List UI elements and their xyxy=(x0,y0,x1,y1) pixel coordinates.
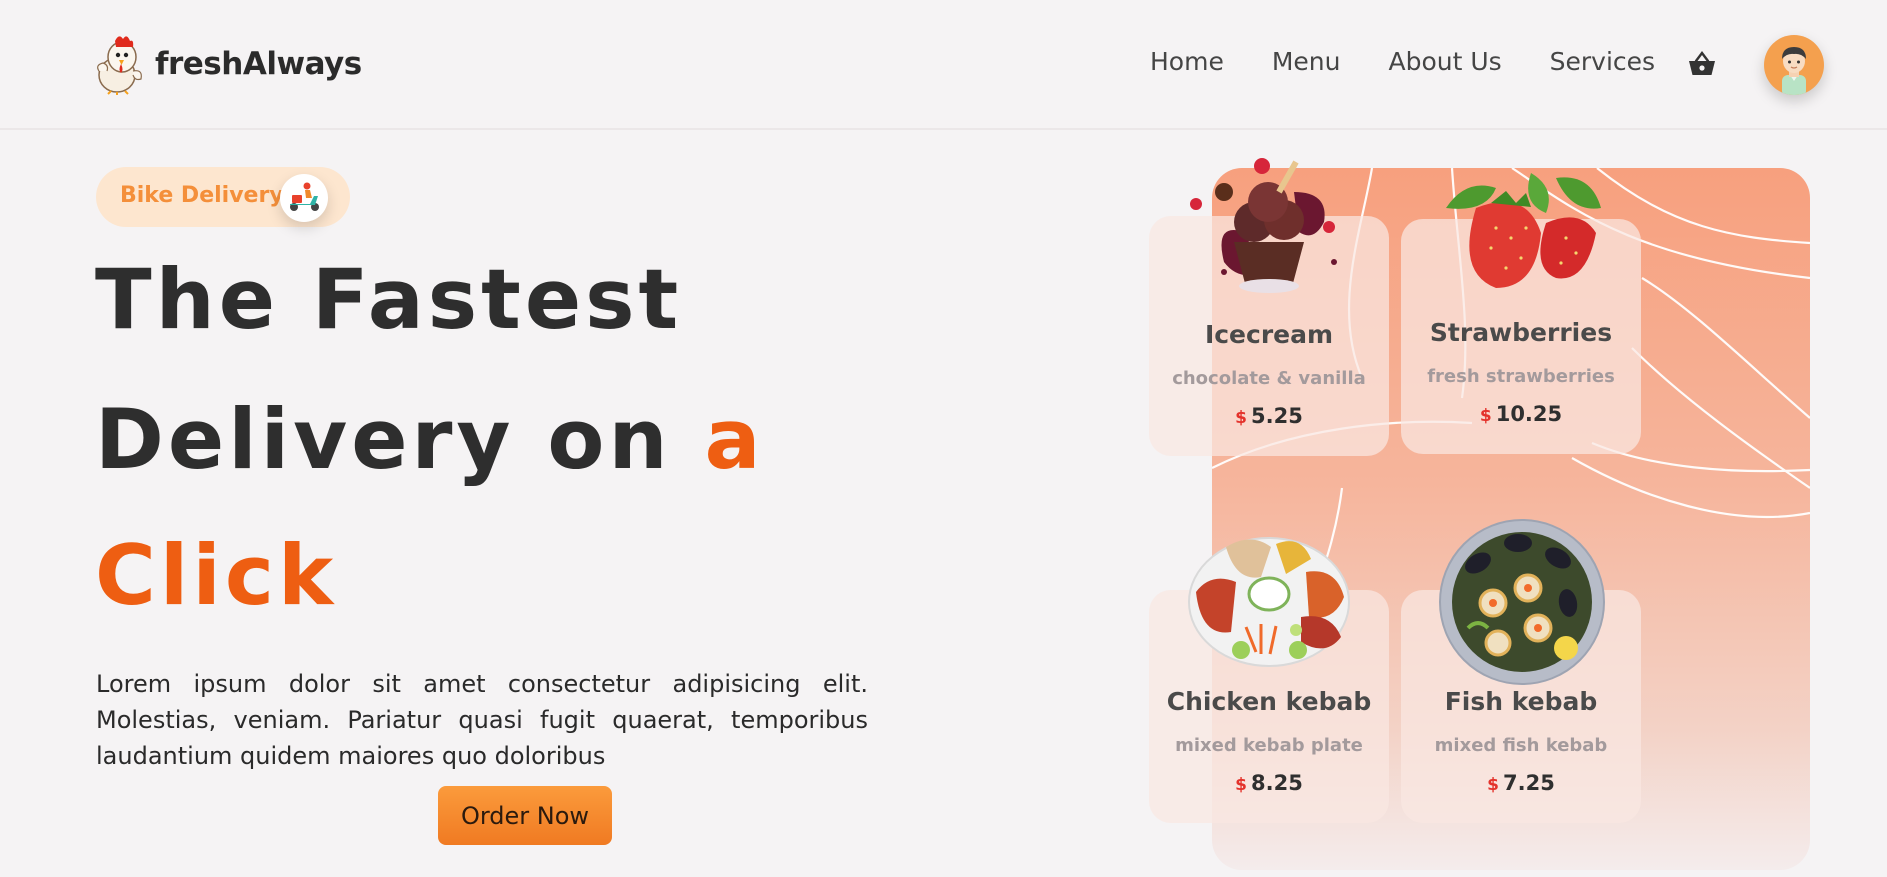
card-title: Icecream xyxy=(1204,320,1334,349)
card-title: Fish kebab xyxy=(1444,687,1598,716)
scooter-rider-icon xyxy=(290,182,319,211)
card-price: $5.25 xyxy=(1149,404,1389,428)
nav-home[interactable]: Home xyxy=(1150,47,1224,76)
user-avatar-icon xyxy=(1782,47,1806,95)
strawberry-icon xyxy=(1446,173,1601,288)
nav-services[interactable]: Services xyxy=(1550,47,1655,76)
basket-icon[interactable] xyxy=(1688,51,1716,77)
currency-symbol: $ xyxy=(1479,406,1492,426)
price-value: 8.25 xyxy=(1251,771,1303,795)
user-avatar[interactable] xyxy=(1764,35,1824,95)
chicken-mascot-icon xyxy=(97,36,142,95)
card-subtitle: fresh strawberries xyxy=(1427,366,1615,387)
badge-label: Bike Delivery xyxy=(120,183,284,208)
headline-line-1: The Fastest xyxy=(95,251,683,348)
card-price: $10.25 xyxy=(1401,402,1641,426)
headline-accent-a: a xyxy=(704,391,765,488)
headline-line-2-text: Delivery on xyxy=(95,391,672,488)
price-value: 10.25 xyxy=(1495,402,1563,426)
currency-symbol: $ xyxy=(1235,408,1247,428)
brand-logo[interactable]: freshAlways xyxy=(95,33,362,95)
card-title: Strawberries xyxy=(1429,318,1613,347)
currency-symbol: $ xyxy=(1235,775,1247,795)
card-price: $8.25 xyxy=(1149,771,1389,795)
price-value: 7.25 xyxy=(1503,771,1555,795)
brand-name: freshAlways xyxy=(155,46,362,82)
main-nav: Home Menu About Us Services xyxy=(1150,47,1703,76)
card-subtitle: chocolate & vanilla xyxy=(1172,368,1366,389)
nav-about-us[interactable]: About Us xyxy=(1388,47,1501,76)
headline-line-2: Delivery on a xyxy=(95,398,764,481)
bike-delivery-badge: Bike Delivery xyxy=(96,167,350,227)
card-title: Chicken kebab xyxy=(1166,687,1372,716)
seafood-plate-icon xyxy=(1439,519,1605,685)
order-now-button[interactable]: Order Now xyxy=(438,786,612,845)
currency-symbol: $ xyxy=(1487,775,1499,795)
price-value: 5.25 xyxy=(1251,404,1303,428)
site-header: freshAlways Home Menu About Us Services xyxy=(0,0,1887,130)
hero-description: Lorem ipsum dolor sit amet consectetur a… xyxy=(96,670,868,770)
card-subtitle: mixed kebab plate xyxy=(1175,735,1363,756)
icecream-icon xyxy=(1190,158,1337,293)
headline-line-3: Click xyxy=(95,527,338,624)
card-subtitle: mixed fish kebab xyxy=(1434,735,1608,756)
nav-menu[interactable]: Menu xyxy=(1272,47,1341,76)
card-price: $7.25 xyxy=(1401,771,1641,795)
badge-icon-wrap xyxy=(280,174,328,222)
kebab-plate-icon xyxy=(1188,537,1350,667)
